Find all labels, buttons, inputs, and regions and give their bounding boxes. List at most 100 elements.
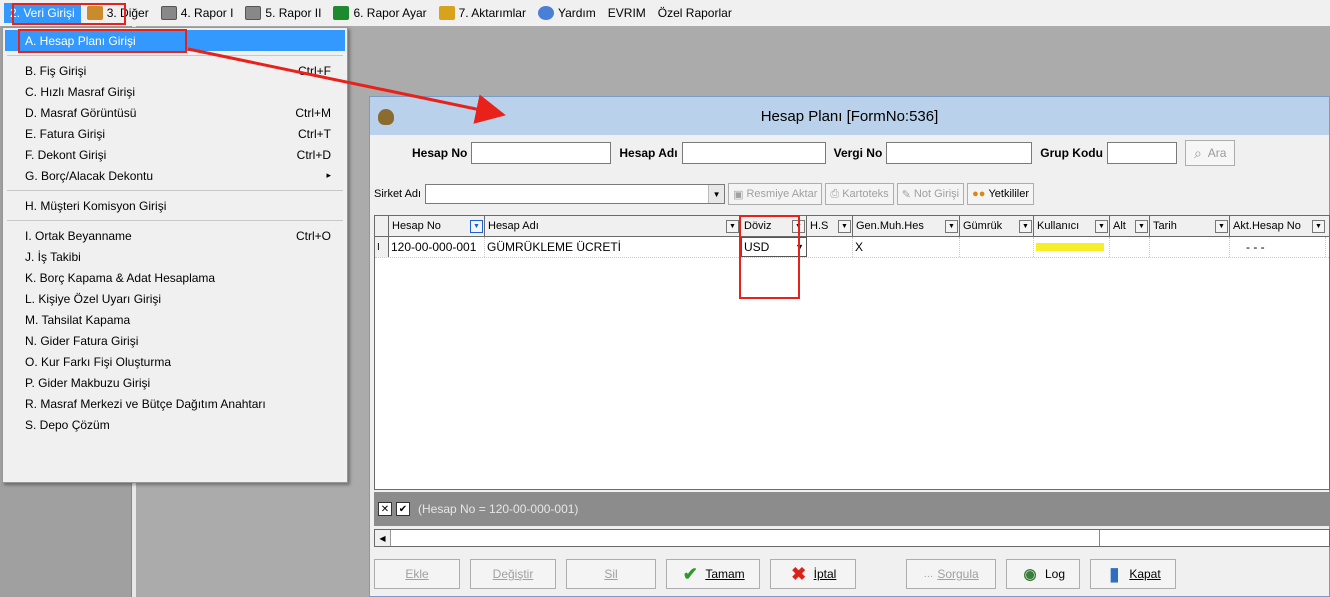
col-doviz[interactable]: Döviz ▼ (741, 216, 807, 236)
menu-rapor-1-label: 4. Rapor I (180, 6, 234, 20)
menu-item-dekont-girisi[interactable]: F. Dekont Girişi Ctrl+D (5, 144, 345, 165)
cell-hesap-adi[interactable]: GÜMRÜKLEME ÜCRETİ (485, 237, 741, 257)
menu-item-tahsilat-kapama[interactable]: M. Tahsilat Kapama (5, 309, 345, 330)
log-button[interactable]: ◉ Log (1006, 559, 1080, 589)
col-alt[interactable]: Alt ▼ (1110, 216, 1150, 236)
menu-item-fis-girisi[interactable]: B. Fiş Girişi Ctrl+F (5, 60, 345, 81)
menu-item-is-takibi[interactable]: J. İş Takibi (5, 246, 345, 267)
hesap-adi-input[interactable] (681, 142, 826, 164)
menu-item-borc-kapama[interactable]: K. Borç Kapama & Adat Hesaplama (5, 267, 345, 288)
kapat-button[interactable]: ▮ Kapat (1090, 559, 1176, 589)
chevron-down-icon[interactable]: ▼ (726, 219, 739, 233)
menu-item-kisiye-ozel-uyari[interactable]: L. Kişiye Özel Uyarı Girişi (5, 288, 345, 309)
menu-yardim[interactable]: Yardım (532, 3, 602, 23)
hesap-no-input[interactable] (471, 142, 612, 164)
cell-kullanici[interactable] (1034, 237, 1110, 257)
chevron-down-icon[interactable]: ▼ (1095, 219, 1108, 233)
chevron-down-icon[interactable]: ▼ (1019, 219, 1032, 233)
table-row[interactable]: I 120-00-000-001 GÜMRÜKLEME ÜCRETİ USD ▼ … (375, 237, 1329, 258)
chevron-down-icon[interactable]: ▼ (708, 185, 725, 203)
chevron-down-icon[interactable]: ▼ (945, 219, 958, 233)
chevron-down-icon[interactable]: ▼ (792, 219, 805, 233)
resmiye-aktar-button[interactable]: ▣ Resmiye Aktar (728, 183, 823, 205)
chevron-down-icon[interactable]: ▼ (1312, 219, 1325, 233)
menu-veri-girisi[interactable]: 2. Veri Girişi (4, 3, 81, 23)
filter-checkbox[interactable]: ✔ (396, 502, 410, 516)
help-icon (537, 6, 554, 20)
chevron-down-icon[interactable]: ▼ (795, 242, 804, 252)
cell-akt-hesap-no[interactable]: - - - (1230, 237, 1326, 257)
ekle-button[interactable]: Ekle (374, 559, 460, 589)
col-gen-muh-hes[interactable]: Gen.Muh.Hes ▼ (853, 216, 960, 236)
menu-aktarimlar[interactable]: 7. Aktarımlar (433, 3, 532, 23)
menu-item-gider-fatura-girisi[interactable]: N. Gider Fatura Girişi (5, 330, 345, 351)
grup-kodu-input[interactable] (1106, 142, 1177, 164)
checkmark-icon: ✔ (682, 563, 698, 584)
vergi-no-input[interactable] (886, 142, 1033, 164)
menu-item-musteri-komisyon-girisi[interactable]: H. Müşteri Komisyon Girişi (5, 195, 345, 216)
cell-alt[interactable] (1110, 237, 1150, 257)
iptal-label: İptal (813, 567, 837, 581)
menu-item-masraf-merkezi[interactable]: R. Masraf Merkezi ve Bütçe Dağıtım Anaht… (5, 393, 345, 414)
menu-evrim[interactable]: EVRIM (602, 3, 652, 23)
chevron-down-icon[interactable]: ▼ (838, 219, 851, 233)
degistir-label: Değiştir (492, 567, 534, 581)
menu-item-label: O. Kur Farkı Fişi Oluşturma (25, 354, 172, 369)
menu-rapor-1[interactable]: 4. Rapor I (155, 3, 240, 23)
col-hesap-adi[interactable]: Hesap Adı ▼ (485, 216, 741, 236)
tamam-button[interactable]: ✔ Tamam (666, 559, 760, 589)
scroll-left-icon[interactable]: ◀ (375, 530, 391, 546)
menu-item-borc-alacak-dekontu[interactable]: G. Borç/Alacak Dekontu ▸ (5, 165, 345, 186)
menu-rapor-ayar[interactable]: 6. Rapor Ayar (327, 3, 432, 23)
company-toolbar: Sirket Adı ▼ ▣ Resmiye Aktar ⎙ Kartoteks ✎… (374, 181, 1034, 207)
scrollbar-divider (1099, 530, 1100, 546)
cell-gen-muh-hes[interactable]: X (853, 237, 960, 257)
horizontal-scrollbar[interactable]: ◀ (374, 529, 1330, 547)
clear-filter-icon[interactable]: ✕ (378, 502, 392, 516)
menu-ozel-raporlar[interactable]: Özel Raporlar (652, 3, 738, 23)
col-akt-hesap-no-label: Akt.Hesap No (1233, 220, 1301, 232)
iptal-button[interactable]: ✖ İptal (770, 559, 856, 589)
degistir-button[interactable]: Değiştir (470, 559, 556, 589)
cell-doviz-value: USD (744, 240, 770, 254)
menu-item-depo-cozum[interactable]: S. Depo Çözüm (5, 414, 345, 435)
menu-item-hizli-masraf-girisi[interactable]: C. Hızlı Masraf Girişi (5, 81, 345, 102)
yetkililer-button[interactable]: ●● Yetkililer (967, 183, 1034, 205)
not-girisi-button[interactable]: ✎ Not Girişi (896, 183, 965, 205)
cell-doviz[interactable]: USD ▼ (741, 237, 807, 257)
chevron-down-icon[interactable]: ▼ (470, 219, 483, 233)
col-hesap-no[interactable]: Hesap No ▼ (389, 216, 485, 236)
col-tarih[interactable]: Tarih ▼ (1150, 216, 1230, 236)
other-icon (86, 6, 103, 20)
col-akt-hesap-no[interactable]: Akt.Hesap No ▼ (1230, 216, 1326, 236)
col-kullanici[interactable]: Kullanıcı ▼ (1034, 216, 1110, 236)
window-titlebar[interactable]: Hesap Planı [FormNo:536] (370, 97, 1329, 135)
cell-gumruk[interactable] (960, 237, 1034, 257)
kartoteks-button[interactable]: ⎙ Kartoteks (825, 183, 894, 205)
cell-hs[interactable] (807, 237, 853, 257)
menu-item-masraf-goruntusu[interactable]: D. Masraf Görüntüsü Ctrl+M (5, 102, 345, 123)
sirket-adi-combo[interactable]: ▼ (425, 184, 726, 204)
menu-item-fatura-girisi[interactable]: E. Fatura Girişi Ctrl+T (5, 123, 345, 144)
sorgula-button[interactable]: … Sorgula (906, 559, 996, 589)
col-kullanici-label: Kullanıcı (1037, 220, 1080, 232)
menu-veri-girisi-label: 2. Veri Girişi (10, 6, 75, 20)
sil-button[interactable]: Sil (566, 559, 656, 589)
grid-header: Hesap No ▼ Hesap Adı ▼ Döviz ▼ H.S ▼ Gen.Muh… (375, 216, 1329, 237)
ara-button[interactable]: ⌕ Ara (1184, 140, 1236, 166)
menu-item-label: A. Hesap Planı Girişi (25, 33, 136, 48)
menu-item-ortak-beyanname[interactable]: I. Ortak Beyanname Ctrl+O (5, 225, 345, 246)
col-hs[interactable]: H.S ▼ (807, 216, 853, 236)
filter-text[interactable]: (Hesap No = 120-00-000-001) (418, 502, 578, 516)
cell-tarih[interactable] (1150, 237, 1230, 257)
menu-item-gider-makbuzu[interactable]: P. Gider Makbuzu Girişi (5, 372, 345, 393)
col-gumruk[interactable]: Gümrük ▼ (960, 216, 1034, 236)
chevron-down-icon[interactable]: ▼ (1135, 219, 1148, 233)
menu-item-hesap-plani-girisi[interactable]: A. Hesap Planı Girişi (5, 30, 345, 51)
cell-hesap-no[interactable]: 120-00-000-001 (389, 237, 485, 257)
menu-item-kur-farki-fisi[interactable]: O. Kur Farkı Fişi Oluşturma (5, 351, 345, 372)
users-icon: ●● (972, 188, 986, 200)
chevron-down-icon[interactable]: ▼ (1215, 219, 1228, 233)
menu-diger[interactable]: 3. Diğer (81, 3, 155, 23)
menu-rapor-2[interactable]: 5. Rapor II (239, 3, 327, 23)
